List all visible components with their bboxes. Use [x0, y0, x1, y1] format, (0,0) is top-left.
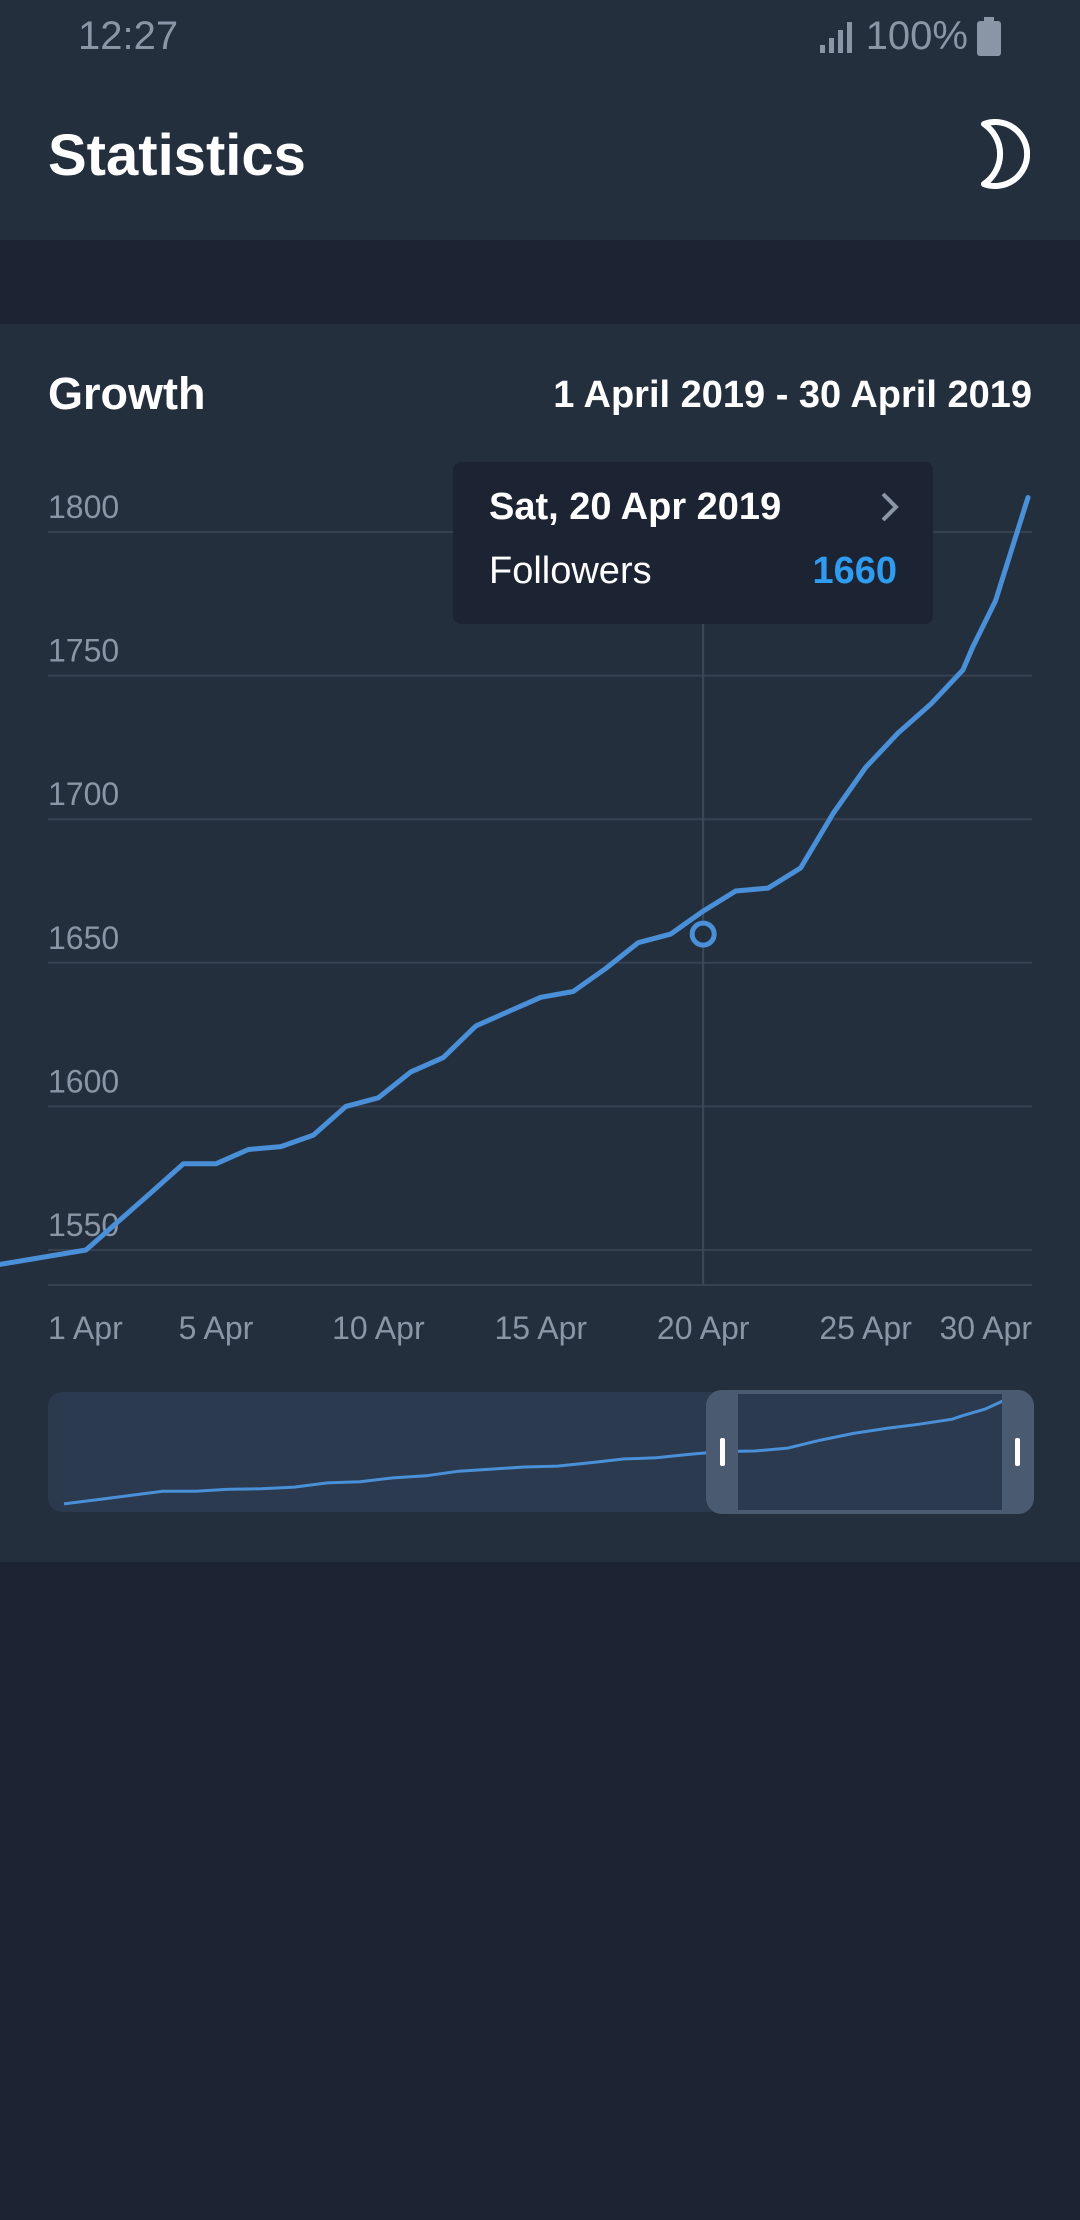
- range-selector-track: [48, 1392, 1032, 1512]
- app-bar: Statistics: [0, 72, 1080, 240]
- y-tick-label: 1600: [48, 1063, 119, 1099]
- y-tick-label: 1750: [48, 633, 119, 669]
- page-title: Statistics: [48, 123, 306, 188]
- chevron-right-icon: [881, 492, 899, 522]
- tooltip-label: Followers: [489, 550, 652, 592]
- night-mode-button[interactable]: [968, 118, 1032, 190]
- empty-area: [0, 1562, 1080, 2220]
- status-indicators: 100%: [818, 14, 1002, 59]
- x-tick-label: 1 Apr: [48, 1310, 123, 1346]
- battery-icon: [977, 16, 1001, 56]
- x-tick-label: 20 Apr: [657, 1310, 750, 1346]
- y-tick-label: 1650: [48, 920, 119, 956]
- battery-percent: 100%: [865, 14, 968, 58]
- chart-tooltip[interactable]: Sat, 20 Apr 2019 Followers 1660: [453, 462, 933, 624]
- status-time: 12:27: [78, 14, 179, 58]
- signal-icon: [819, 21, 852, 53]
- handle-grip: [720, 1438, 725, 1466]
- y-tick-label: 1550: [48, 1207, 119, 1243]
- handle-grip: [1015, 1438, 1020, 1466]
- x-tick-label: 5 Apr: [179, 1310, 254, 1346]
- moon-icon: [981, 119, 1030, 189]
- x-tick-label: 25 Apr: [819, 1310, 912, 1346]
- y-tick-label: 1700: [48, 776, 119, 812]
- x-tick-label: 15 Apr: [495, 1310, 588, 1346]
- y-tick-label: 1800: [48, 489, 119, 525]
- section-divider: [0, 240, 1080, 324]
- status-bar: 12:27 100%: [0, 0, 1080, 72]
- tooltip-value: 1660: [812, 550, 897, 592]
- tooltip-date: Sat, 20 Apr 2019: [489, 486, 782, 528]
- x-tick-label: 10 Apr: [332, 1310, 425, 1346]
- x-tick-label: 30 Apr: [939, 1310, 1032, 1346]
- highlight-point: [689, 920, 717, 948]
